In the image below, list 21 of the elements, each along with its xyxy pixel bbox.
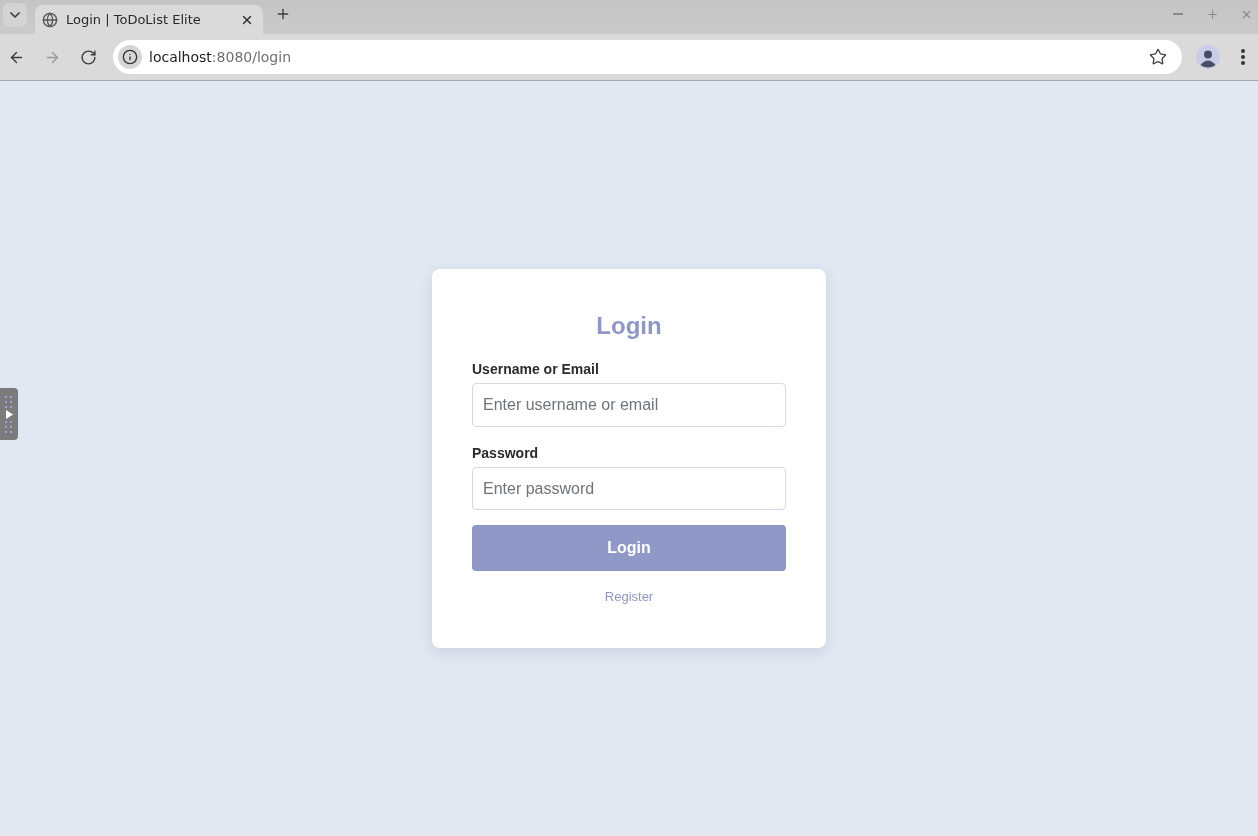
- minimize-icon: [1173, 13, 1183, 15]
- globe-icon: [42, 11, 58, 28]
- reload-icon: [79, 48, 97, 66]
- site-info-button[interactable]: [118, 45, 142, 69]
- side-panel-handle[interactable]: [0, 388, 18, 440]
- field-label: Username or Email: [472, 360, 599, 379]
- grip-arrow-icon: [5, 395, 13, 433]
- password-input[interactable]: Enter password: [472, 467, 786, 510]
- browser-tab[interactable]: Login | ToDoList Elite: [35, 5, 263, 34]
- address-bar[interactable]: localhost:8080/login: [113, 40, 1182, 74]
- login-title: Login: [596, 311, 662, 341]
- plus-icon: [1205, 7, 1219, 21]
- field-label: Password: [472, 444, 539, 463]
- url-text: localhost:8080/login: [149, 49, 292, 65]
- menu-icon: [1241, 49, 1245, 65]
- star-icon: [1149, 48, 1167, 66]
- tab-list-button[interactable]: [3, 3, 27, 27]
- plus-icon: [275, 6, 291, 22]
- profile-avatar-icon[interactable]: [1196, 45, 1220, 69]
- username-input[interactable]: Enter username or email: [472, 383, 786, 427]
- info-icon: [122, 49, 138, 65]
